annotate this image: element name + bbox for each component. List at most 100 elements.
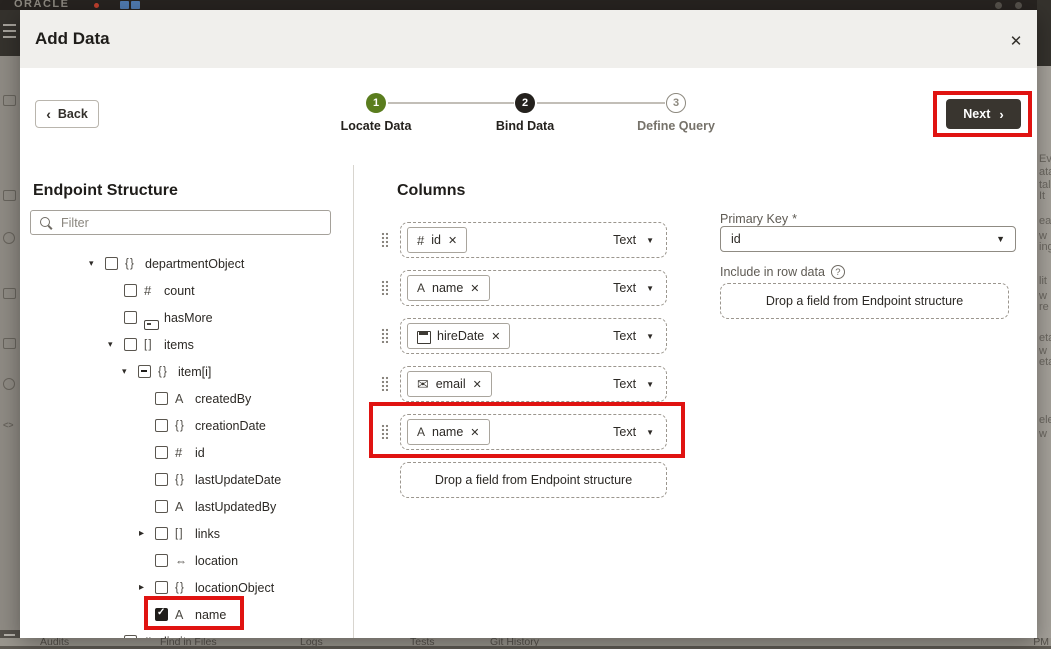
filter-input[interactable] xyxy=(61,216,322,230)
checkbox[interactable] xyxy=(155,527,168,540)
tree-item-limit[interactable]: limit xyxy=(20,628,353,638)
checkbox-indeterminate[interactable] xyxy=(138,365,151,378)
column-type-dropdown[interactable]: Text ▼ xyxy=(613,329,654,343)
stepper-connector xyxy=(537,102,665,104)
close-icon[interactable]: ✕ xyxy=(1005,30,1027,52)
field-chip-id[interactable]: id ✕ xyxy=(407,227,467,253)
object-icon xyxy=(125,258,145,270)
search-icon xyxy=(39,216,53,230)
drag-handle-icon[interactable] xyxy=(381,424,388,439)
string-icon xyxy=(417,425,425,439)
step-1-indicator[interactable]: 1 xyxy=(366,93,386,113)
tree-item-items[interactable]: items xyxy=(20,331,353,358)
chevron-down-icon: ▼ xyxy=(646,284,654,293)
string-icon xyxy=(175,608,195,622)
column-row[interactable]: name ✕ Text ▼ xyxy=(400,270,667,306)
filter-field[interactable] xyxy=(30,210,331,235)
back-button[interactable]: ‹ Back xyxy=(35,100,99,128)
field-chip-label: hireDate xyxy=(437,329,484,343)
number-icon xyxy=(144,283,164,298)
row-data-drop-target[interactable]: Drop a field from Endpoint structure xyxy=(720,283,1009,319)
remove-field-icon[interactable]: ✕ xyxy=(491,330,500,343)
endpoint-structure-heading: Endpoint Structure xyxy=(33,182,178,200)
drag-handle-icon[interactable] xyxy=(381,376,388,391)
chevron-left-icon: ‹ xyxy=(46,106,51,122)
drag-handle-icon[interactable] xyxy=(381,280,388,295)
checkbox[interactable] xyxy=(124,311,137,324)
expand-arrow-icon[interactable] xyxy=(122,366,138,377)
column-row[interactable]: name ✕ Text ▼ xyxy=(400,414,667,450)
step-3-indicator[interactable]: 3 xyxy=(666,93,686,113)
drag-handle-icon[interactable] xyxy=(381,328,388,343)
checkbox[interactable] xyxy=(124,338,137,351)
tree-item-creationDate[interactable]: creationDate xyxy=(20,412,353,439)
tree-item-departmentObject[interactable]: departmentObject xyxy=(20,250,353,277)
expand-arrow-icon[interactable] xyxy=(139,528,155,539)
checkbox-checked[interactable] xyxy=(155,608,168,621)
tree-item-name[interactable]: name xyxy=(20,601,353,628)
field-chip-hireDate[interactable]: hireDate ✕ xyxy=(407,323,510,349)
primary-key-label: Primary Key* xyxy=(720,212,797,226)
column-type-dropdown[interactable]: Text ▼ xyxy=(613,281,654,295)
checkbox[interactable] xyxy=(155,581,168,594)
checkbox[interactable] xyxy=(124,635,137,638)
remove-field-icon[interactable]: ✕ xyxy=(448,234,457,247)
column-row[interactable]: id ✕ Text ▼ xyxy=(400,222,667,258)
step-2-indicator[interactable]: 2 xyxy=(515,93,535,113)
tree-item-label: hasMore xyxy=(164,311,213,325)
tree-item-createdBy[interactable]: createdBy xyxy=(20,385,353,412)
tree-item-item-i[interactable]: item[i] xyxy=(20,358,353,385)
tree-item-label: limit xyxy=(164,635,186,639)
primary-key-select[interactable]: id ▼ xyxy=(720,226,1016,252)
expand-arrow-icon[interactable] xyxy=(89,258,105,269)
column-type-dropdown[interactable]: Text ▼ xyxy=(613,233,654,247)
chevron-down-icon: ▼ xyxy=(646,380,654,389)
components-icon xyxy=(3,378,15,390)
tree-item-links[interactable]: links xyxy=(20,520,353,547)
field-chip-label: id xyxy=(431,233,441,247)
checkbox[interactable] xyxy=(155,554,168,567)
column-type-value: Text xyxy=(613,425,636,439)
remove-field-icon[interactable]: ✕ xyxy=(473,378,482,391)
column-row[interactable]: email ✕ Text ▼ xyxy=(400,366,667,402)
checkbox[interactable] xyxy=(155,446,168,459)
expand-arrow-icon[interactable] xyxy=(108,339,124,350)
tree-item-lastUpdatedBy[interactable]: lastUpdatedBy xyxy=(20,493,353,520)
checkbox[interactable] xyxy=(155,473,168,486)
column-row[interactable]: hireDate ✕ Text ▼ xyxy=(400,318,667,354)
calendar-icon xyxy=(417,330,430,343)
app-left-rail: <> xyxy=(0,10,20,638)
checkbox[interactable] xyxy=(124,284,137,297)
help-question-icon[interactable]: ? xyxy=(831,265,845,279)
array-icon xyxy=(144,339,164,351)
tree-item-hasMore[interactable]: hasMore xyxy=(20,304,353,331)
column-type-dropdown[interactable]: Text ▼ xyxy=(613,425,654,439)
panel-toggle-icon xyxy=(0,630,20,638)
app-right-panel-edge: Ev ata tal It ea w ing lit w re eta w et… xyxy=(1037,0,1051,649)
tree-item-count[interactable]: count xyxy=(20,277,353,304)
columns-drop-target[interactable]: Drop a field from Endpoint structure xyxy=(400,462,667,498)
number-icon xyxy=(175,445,195,460)
string-icon xyxy=(175,392,195,406)
remove-field-icon[interactable]: ✕ xyxy=(470,282,479,295)
checkbox[interactable] xyxy=(105,257,118,270)
tree-item-id[interactable]: id xyxy=(20,439,353,466)
remove-field-icon[interactable]: ✕ xyxy=(470,426,479,439)
expand-arrow-icon[interactable] xyxy=(139,582,155,593)
column-type-dropdown[interactable]: Text ▼ xyxy=(613,377,654,391)
tree-item-locationObject[interactable]: locationObject xyxy=(20,574,353,601)
columns-heading: Columns xyxy=(397,182,465,200)
field-chip-name[interactable]: name ✕ xyxy=(407,275,490,301)
drag-handle-icon[interactable] xyxy=(381,232,388,247)
tree-item-location[interactable]: location xyxy=(20,547,353,574)
tree-item-label: lastUpdatedBy xyxy=(195,500,276,514)
checkbox[interactable] xyxy=(155,419,168,432)
next-button[interactable]: Next › xyxy=(946,99,1021,129)
field-chip-name[interactable]: name ✕ xyxy=(407,419,490,445)
checkbox[interactable] xyxy=(155,500,168,513)
clipped-text: ea xyxy=(1039,215,1051,227)
tree-item-lastUpdateDate[interactable]: lastUpdateDate xyxy=(20,466,353,493)
field-chip-email[interactable]: email ✕ xyxy=(407,371,492,397)
checkbox[interactable] xyxy=(155,392,168,405)
tree-item-label: locationObject xyxy=(195,581,274,595)
